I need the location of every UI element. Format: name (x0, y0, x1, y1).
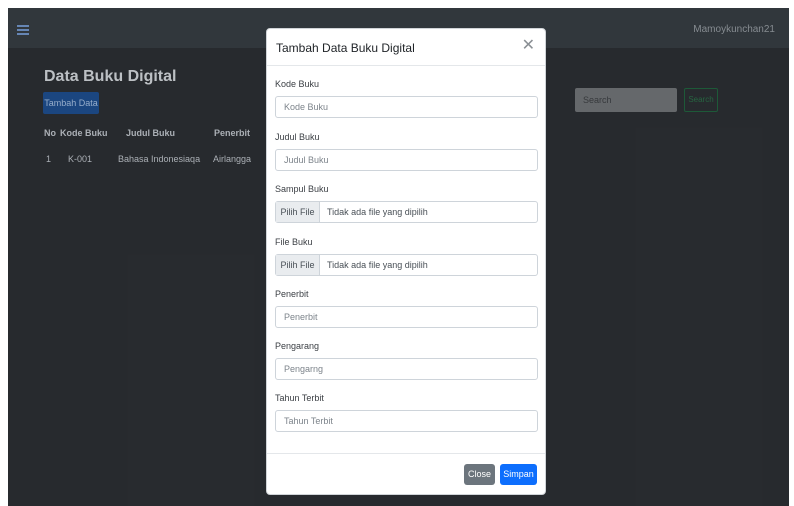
modal-footer: Close Simpan (267, 453, 545, 496)
tahun-terbit-label: Tahun Terbit (275, 393, 324, 403)
penerbit-input[interactable]: Penerbit (275, 306, 538, 328)
sampul-buku-label: Sampul Buku (275, 184, 329, 194)
close-icon[interactable]: ✕ (522, 38, 535, 54)
app-viewport: Mamoykunchan21 Data Buku Digital Tambah … (8, 8, 789, 506)
sampul-file-status: Tidak ada file yang dipilih (327, 207, 428, 217)
pengarang-input[interactable]: Pengarng (275, 358, 538, 380)
kode-buku-label: Kode Buku (275, 79, 320, 89)
sampul-buku-file-input[interactable]: Pilih File Tidak ada file yang dipilih (275, 201, 538, 223)
kode-buku-input[interactable]: Kode Buku (275, 96, 538, 118)
close-button[interactable]: Close (464, 464, 495, 485)
penerbit-label: Penerbit (275, 289, 309, 299)
save-button[interactable]: Simpan (500, 464, 537, 485)
file-file-status: Tidak ada file yang dipilih (327, 260, 428, 270)
file-buku-file-input[interactable]: Pilih File Tidak ada file yang dipilih (275, 254, 538, 276)
judul-buku-input[interactable]: Judul Buku (275, 149, 538, 171)
add-book-modal: Tambah Data Buku Digital ✕ Kode Buku Kod… (266, 28, 546, 495)
modal-title: Tambah Data Buku Digital (276, 41, 415, 55)
file-choose-file-button[interactable]: Pilih File (276, 255, 320, 275)
judul-buku-label: Judul Buku (275, 132, 320, 142)
pengarang-label: Pengarang (275, 341, 320, 351)
tahun-terbit-input[interactable]: Tahun Terbit (275, 410, 538, 432)
file-buku-label: File Buku (275, 237, 313, 247)
modal-header: Tambah Data Buku Digital ✕ (267, 29, 545, 66)
sampul-choose-file-button[interactable]: Pilih File (276, 202, 320, 222)
